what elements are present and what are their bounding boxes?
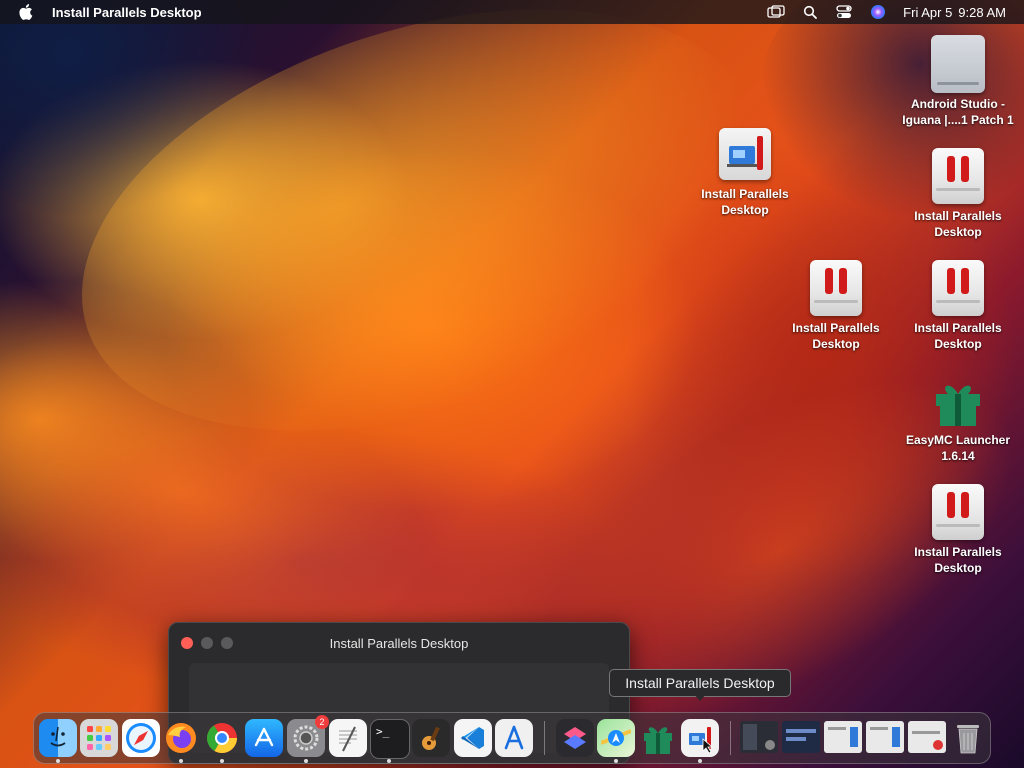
desktop-icon-parallels-pkg[interactable]: Install Parallels Desktop (903, 146, 1013, 240)
menu-bar: Install Parallels Desktop Fri Apr 5 9:28… (0, 0, 1024, 24)
screen-mirroring-icon[interactable] (767, 4, 785, 20)
window-zoom-button[interactable] (221, 637, 233, 649)
vscode-icon[interactable] (454, 719, 492, 757)
desktop-icon-label: Install Parallels Desktop (792, 321, 880, 351)
desktop-icon-parallels-dmg[interactable]: Install Parallels Desktop (690, 124, 800, 218)
gift-icon[interactable] (639, 719, 677, 757)
firefox-icon[interactable] (162, 719, 200, 757)
desktop-icon-easymc-launcher[interactable]: EasyMC Launcher 1.6.14 (903, 370, 1013, 464)
system-settings-icon[interactable]: 2 (287, 715, 329, 757)
desktop-icon-label: Install Parallels Desktop (701, 187, 789, 217)
developer-tool-icon[interactable] (495, 719, 533, 757)
shortcuts-icon[interactable] (556, 719, 594, 757)
finder-icon[interactable] (39, 719, 77, 757)
desktop-icon-parallels-pkg[interactable]: Install Parallels Desktop (903, 258, 1013, 352)
desktop-icon-android-studio[interactable]: Android Studio - Iguana |....1 Patch 1 (902, 34, 1014, 128)
parallels-installer-icon (715, 124, 775, 184)
tooltip-arrow (694, 694, 706, 701)
desktop-icon-label: Android Studio - Iguana |....1 Patch 1 (902, 97, 1014, 127)
minimized-window-thumbnail[interactable] (824, 721, 862, 753)
parallels-installer-icon[interactable] (681, 719, 719, 757)
textedit-icon[interactable] (329, 719, 367, 757)
spotlight-search-icon[interactable] (801, 4, 819, 20)
apple-menu-icon[interactable] (18, 4, 34, 20)
menubar-time[interactable]: 9:28 AM (958, 5, 1006, 20)
siri-icon[interactable] (869, 4, 887, 20)
desktop-icon-label: EasyMC Launcher 1.6.14 (905, 433, 1011, 463)
parallels-package-icon (806, 258, 866, 318)
launchpad-icon[interactable] (80, 719, 118, 757)
desktop-icon-label: Install Parallels Desktop (914, 545, 1002, 575)
window-minimize-button[interactable] (201, 637, 213, 649)
parallels-package-icon (928, 482, 988, 542)
window-title: Install Parallels Desktop (329, 635, 469, 651)
desktop-icon-label: Install Parallels Desktop (914, 209, 1002, 239)
notification-badge: 2 (315, 715, 329, 729)
parallels-package-icon (928, 146, 988, 206)
active-app-name[interactable]: Install Parallels Desktop (52, 5, 202, 20)
chrome-icon[interactable] (203, 719, 241, 757)
garageband-icon[interactable] (412, 719, 450, 757)
control-center-icon[interactable] (835, 4, 853, 20)
minimized-window-thumbnail[interactable] (740, 721, 778, 753)
safari-icon[interactable] (122, 719, 160, 757)
drive-icon (928, 34, 988, 94)
app-store-icon[interactable] (245, 719, 283, 757)
parallels-package-icon (928, 258, 988, 318)
trash-icon[interactable] (949, 719, 987, 757)
terminal-icon[interactable]: >_ (370, 719, 410, 759)
window-close-button[interactable] (181, 637, 193, 649)
menubar-date[interactable]: Fri Apr 5 (903, 5, 952, 20)
minimized-window-thumbnail[interactable] (908, 721, 946, 753)
window-titlebar[interactable]: Install Parallels Desktop (169, 623, 629, 663)
dock: 2 >_ (33, 712, 991, 764)
minimized-window-thumbnail[interactable] (782, 721, 820, 753)
minimized-window-thumbnail[interactable] (866, 721, 904, 753)
desktop-icon-parallels-pkg[interactable]: Install Parallels Desktop (903, 482, 1013, 576)
desktop-icon-parallels-pkg[interactable]: Install Parallels Desktop (781, 258, 891, 352)
dock-tooltip: Install Parallels Desktop (609, 669, 791, 697)
maps-icon[interactable] (597, 719, 635, 757)
desktop-icon-label: Install Parallels Desktop (914, 321, 1002, 351)
gift-icon (928, 370, 988, 430)
